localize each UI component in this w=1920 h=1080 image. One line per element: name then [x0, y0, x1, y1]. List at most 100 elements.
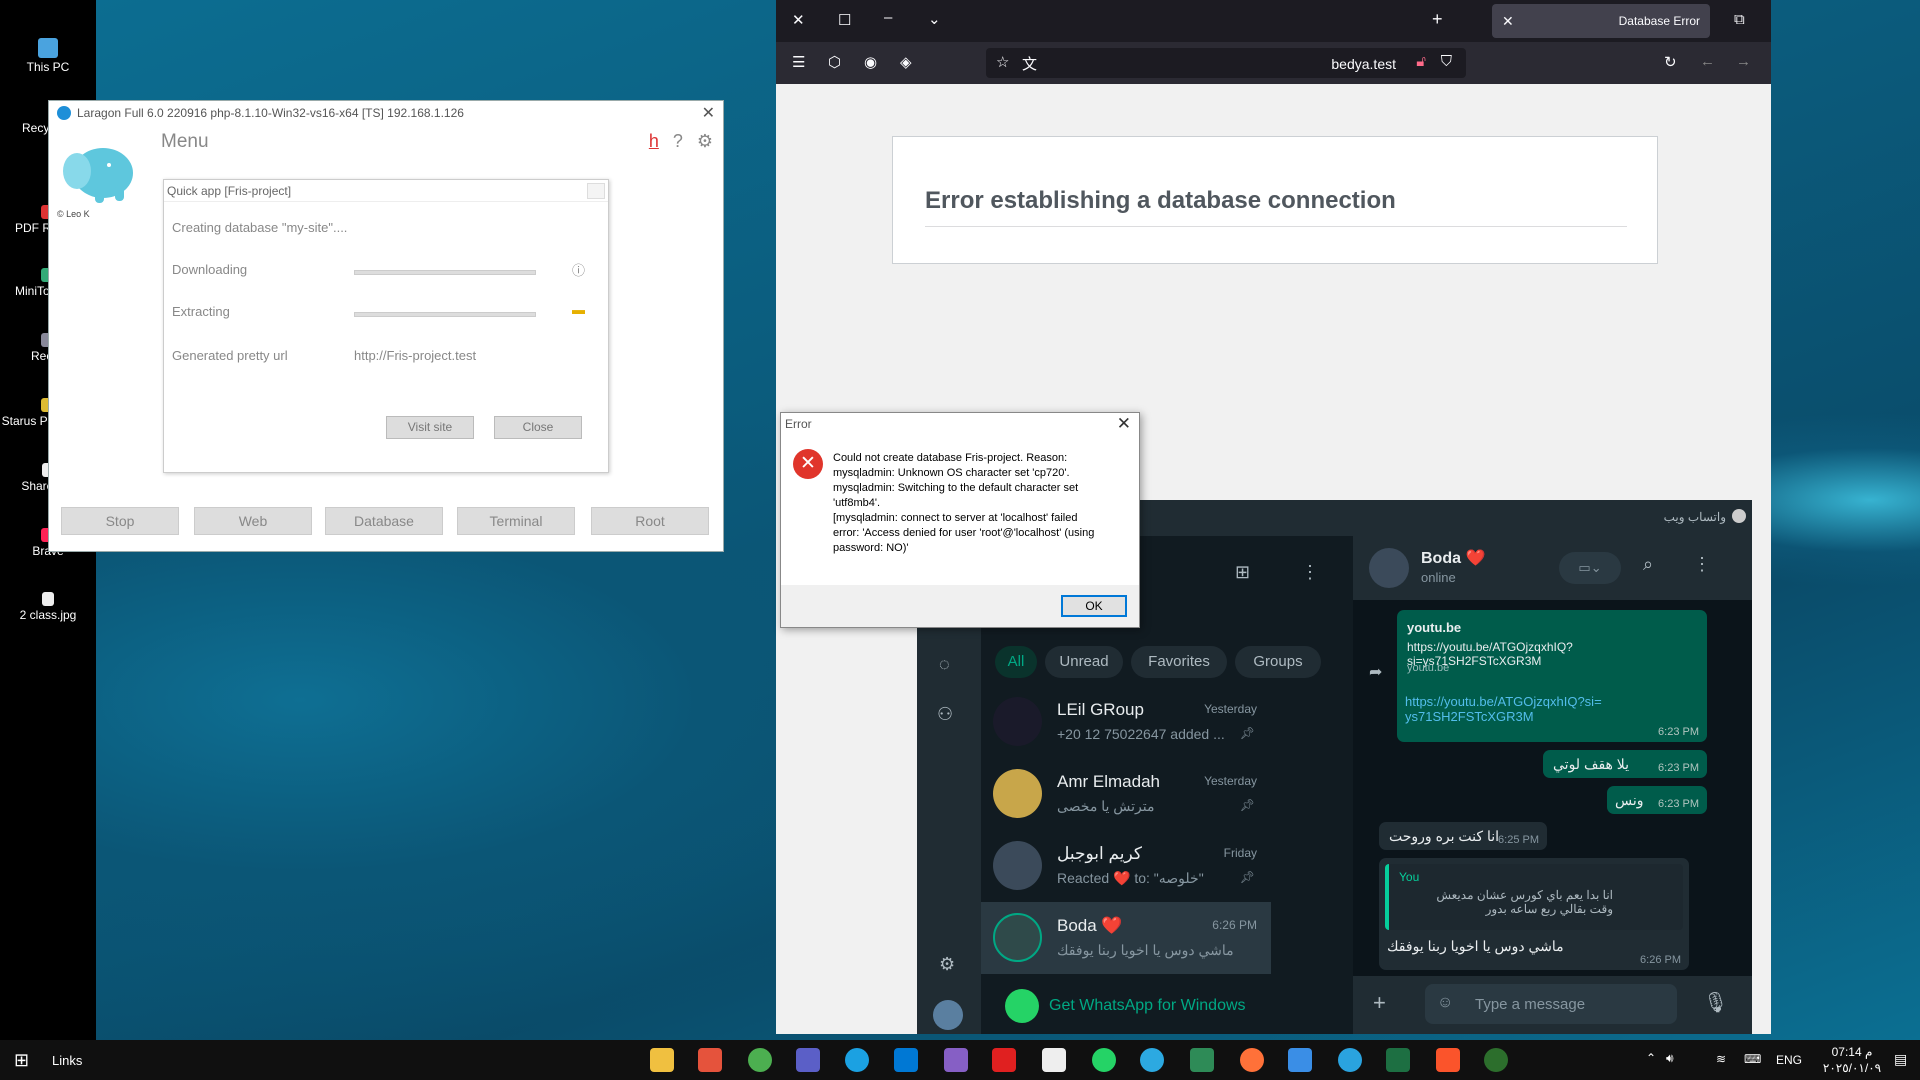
youtube-icon[interactable]	[992, 1048, 1016, 1072]
filter-favorites[interactable]: Favorites	[1131, 646, 1227, 678]
app-icon-3[interactable]	[1484, 1048, 1508, 1072]
forward-icon[interactable]: ➦	[1369, 662, 1382, 682]
edge-icon[interactable]	[845, 1048, 869, 1072]
volume-icon[interactable]: 🔊︎	[1666, 1051, 1674, 1066]
translate-icon[interactable]: 文	[1022, 53, 1037, 74]
ok-button[interactable]: OK	[1061, 595, 1127, 617]
close-icon[interactable]: ✕	[702, 103, 715, 123]
chat-item-active[interactable]: Boda ❤️ ماشي دوس يا اخويا ربنا يوفقك 6:2…	[981, 902, 1271, 974]
vscode-icon[interactable]	[894, 1048, 918, 1072]
this-pc-icon[interactable]: This PC	[0, 38, 96, 74]
hamburger-menu-icon[interactable]: ☰	[792, 53, 805, 71]
notifications-icon[interactable]: ▤	[1894, 1051, 1907, 1068]
get-app-link[interactable]: Get WhatsApp for Windows	[1049, 997, 1246, 1015]
visit-site-button[interactable]: Visit site	[386, 416, 474, 439]
laragon-icon[interactable]	[1140, 1048, 1164, 1072]
close-button[interactable]: Close	[494, 416, 582, 439]
jpg-file-icon[interactable]: 2 class.jpg	[0, 592, 96, 622]
settings-gear-icon[interactable]: ⚙	[939, 954, 955, 975]
gear-icon[interactable]: ⚙	[697, 131, 713, 152]
reload-icon[interactable]: ↻	[1664, 53, 1677, 71]
menu-label[interactable]: Menu	[161, 131, 209, 153]
excel-icon[interactable]	[1386, 1048, 1410, 1072]
message-input[interactable]: ☺ Type a message	[1425, 984, 1677, 1024]
chevron-down-icon[interactable]: ⌄	[928, 10, 941, 28]
brave-icon[interactable]	[1436, 1048, 1460, 1072]
link-message[interactable]: youtu.be https://youtu.be/ATGOjzqxhIQ?si…	[1397, 610, 1707, 742]
pocket-icon[interactable]: ◈	[900, 53, 912, 71]
root-button[interactable]: Root	[591, 507, 709, 535]
network-icon[interactable]: ≋	[1716, 1052, 1726, 1066]
filter-groups[interactable]: Groups	[1235, 646, 1321, 678]
language-indicator[interactable]: ENG	[1776, 1053, 1802, 1067]
filter-unread[interactable]: Unread	[1045, 646, 1123, 678]
lock-icon[interactable]: 🔓︎	[1416, 53, 1426, 70]
visual-studio-icon[interactable]	[944, 1048, 968, 1072]
remote-icon[interactable]	[1288, 1048, 1312, 1072]
keyboard-icon[interactable]: ⌨	[1744, 1052, 1761, 1066]
clock-date[interactable]: ٢٠٢٥/٠١/٠٩	[1820, 1061, 1884, 1075]
folder-icon[interactable]: ▬	[572, 302, 585, 317]
reply-message[interactable]: You انا بدا يعم باي كورس عشان مديعش وقت …	[1379, 858, 1689, 970]
telegram-icon[interactable]	[1338, 1048, 1362, 1072]
get-whatsapp-banner[interactable]: Get WhatsApp for Windows	[981, 978, 1335, 1034]
whatsapp-icon[interactable]	[1092, 1048, 1116, 1072]
contact-name[interactable]: Boda ❤️	[1421, 548, 1485, 568]
chrome-icon[interactable]	[748, 1048, 772, 1072]
tab-database-error[interactable]: ✕ Database Error	[1492, 4, 1710, 38]
h-link[interactable]: h	[649, 131, 659, 152]
search-icon[interactable]: ⌕	[1643, 554, 1653, 575]
new-tab-icon[interactable]: +	[1432, 9, 1443, 30]
message-link[interactable]: https://youtu.be/ATGOjzqxhIQ?si=ys71SH2F…	[1405, 694, 1605, 724]
windows-start-icon[interactable]: ⊞	[14, 1050, 29, 1071]
tray-chevron-icon[interactable]: ⌃	[1646, 1051, 1656, 1065]
laragon-titlebar[interactable]: Laragon Full 6.0 220916 php-8.1.10-Win32…	[49, 101, 723, 125]
web-button[interactable]: Web	[194, 507, 312, 535]
tab-close-icon[interactable]: ✕	[1502, 13, 1514, 30]
maximize-icon[interactable]: ☐	[838, 11, 851, 29]
menu-icon[interactable]: ⋮	[1693, 554, 1711, 575]
pretty-url-value[interactable]: http://Fris-project.test	[354, 348, 476, 363]
database-button[interactable]: Database	[325, 507, 443, 535]
window-close-icon[interactable]: ✕	[792, 11, 805, 29]
app-icon[interactable]	[698, 1048, 722, 1072]
attach-plus-icon[interactable]: +	[1373, 990, 1386, 1016]
new-chat-icon[interactable]: ⊞	[1235, 562, 1250, 583]
url-bar[interactable]: ☆ 文 bedya.test 🔓︎ ⛉	[986, 48, 1466, 78]
store-icon[interactable]	[1042, 1048, 1066, 1072]
extensions-icon[interactable]: ⬡	[828, 53, 841, 71]
profile-avatar[interactable]	[933, 1000, 963, 1030]
dialog-close-icon[interactable]: ✕	[1117, 414, 1131, 434]
video-call-icon[interactable]: ▭⌄	[1559, 552, 1621, 584]
clock-time[interactable]: 07:14 م	[1820, 1045, 1884, 1059]
info-icon[interactable]: ⓘ	[572, 260, 585, 279]
sticker-icon[interactable]: ☺	[1437, 994, 1453, 1012]
chat-item[interactable]: Amr Elmadah مترتش يا مخصى Yesterday 📌︎	[981, 758, 1271, 830]
quick-app-close-button[interactable]	[587, 183, 605, 199]
minimize-icon[interactable]: –	[884, 9, 892, 26]
firefox-icon[interactable]	[1240, 1048, 1264, 1072]
shield-icon[interactable]: ⛉	[1441, 53, 1452, 70]
file-explorer-icon[interactable]	[650, 1048, 674, 1072]
quoted-message[interactable]: You انا بدا يعم باي كورس عشان مديعش وقت …	[1385, 864, 1683, 930]
account-icon[interactable]: ◉	[864, 53, 877, 71]
status-icon[interactable]: ◌	[939, 654, 950, 675]
help-icon[interactable]: ?	[673, 131, 683, 152]
message-bubble[interactable]: يلا هقف لوتي 6:23 PM	[1543, 750, 1707, 778]
teams-icon[interactable]	[796, 1048, 820, 1072]
message-bubble[interactable]: انا كنت بره وروحت 6:25 PM	[1379, 822, 1547, 850]
chat-item[interactable]: LEil GRoup +20 12 75022647 added ... Yes…	[981, 686, 1271, 758]
communities-icon[interactable]: ⚇	[937, 704, 953, 725]
filter-all[interactable]: All	[995, 646, 1037, 678]
app-icon-2[interactable]	[1190, 1048, 1214, 1072]
links-toolbar[interactable]: Links	[52, 1053, 82, 1068]
chat-item[interactable]: كريم ابوجبل Reacted ❤️ to: "خلوصه" Frida…	[981, 830, 1271, 902]
more-options-icon[interactable]: ⋮	[1301, 562, 1319, 583]
microphone-icon[interactable]: 🎙︎	[1703, 990, 1728, 1015]
back-icon[interactable]: ←	[1700, 53, 1715, 70]
terminal-button[interactable]: Terminal	[457, 507, 575, 535]
contact-avatar[interactable]	[1369, 548, 1409, 588]
stop-button[interactable]: Stop	[61, 507, 179, 535]
bookmark-star-icon[interactable]: ☆	[996, 53, 1009, 71]
forward-icon[interactable]: →	[1736, 53, 1751, 70]
